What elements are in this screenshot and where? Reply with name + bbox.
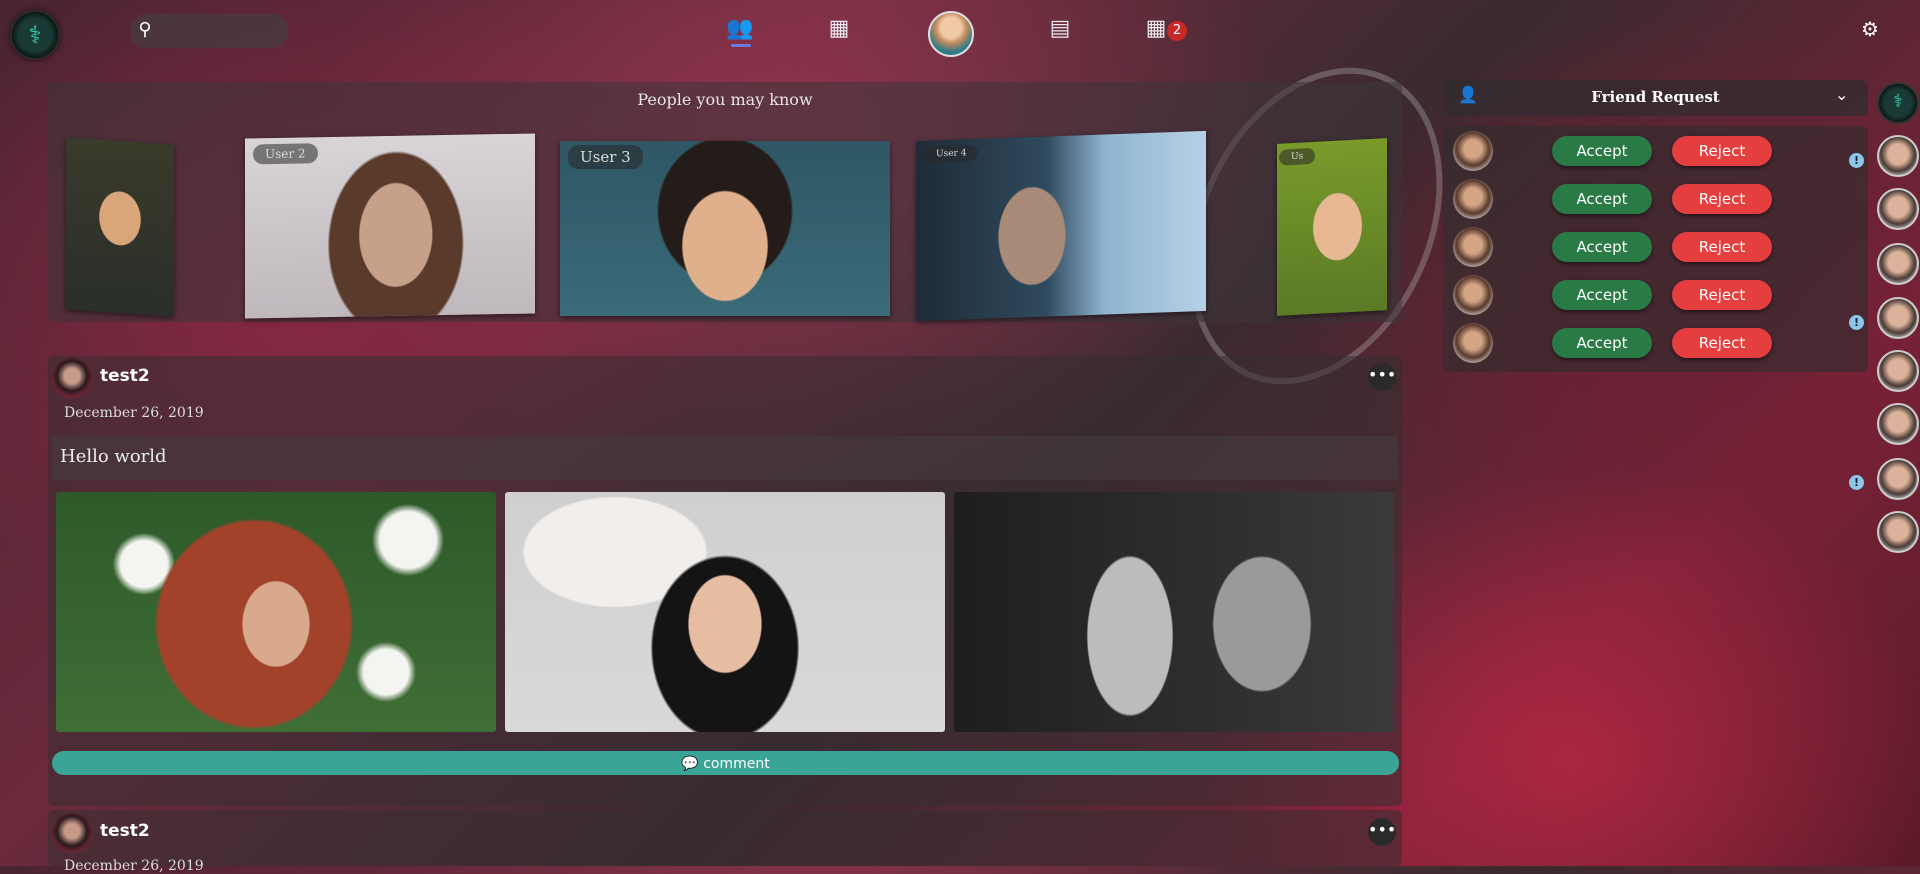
suggestion-card-label: User 4 <box>924 144 979 163</box>
suggestion-card-label: Us <box>1279 147 1316 166</box>
info-icon[interactable]: ! <box>1849 153 1864 168</box>
accept-button[interactable]: Accept <box>1552 136 1652 166</box>
search-icon[interactable]: ⚲ <box>134 17 156 43</box>
suggestion-card[interactable]: Us <box>1277 138 1387 316</box>
reject-button[interactable]: Reject <box>1672 280 1772 310</box>
post-date: December 26, 2019 <box>64 858 204 874</box>
friend-request-row: Accept Reject <box>1453 227 1863 267</box>
gear-icon[interactable]: ⚙ <box>1858 17 1882 41</box>
friend-request-row: Accept Reject <box>1453 275 1863 315</box>
chevron-down-icon[interactable]: ⌄ <box>1835 85 1848 104</box>
requester-avatar[interactable] <box>1453 323 1493 363</box>
app-logo[interactable]: ⚕ <box>10 10 60 60</box>
suggestion-card-label: User 3 <box>568 145 643 169</box>
calendar-icon[interactable]: ▦ <box>821 14 857 44</box>
profile-avatar[interactable] <box>928 11 974 57</box>
reject-button[interactable]: Reject <box>1672 232 1772 262</box>
reject-button[interactable]: Reject <box>1672 184 1772 214</box>
requester-avatar[interactable] <box>1453 131 1493 171</box>
friend-request-row: Accept Reject <box>1453 131 1863 171</box>
accept-button[interactable]: Accept <box>1552 184 1652 214</box>
requester-avatar[interactable] <box>1453 179 1493 219</box>
contact-avatar[interactable] <box>1877 403 1919 445</box>
contact-avatar[interactable] <box>1877 188 1919 230</box>
requester-avatar[interactable] <box>1453 227 1493 267</box>
contact-avatar[interactable] <box>1877 243 1919 285</box>
friends-icon[interactable]: 👥 <box>722 14 758 44</box>
people-you-may-know-title: People you may know <box>637 90 813 109</box>
friend-request-row: Accept Reject <box>1453 323 1863 363</box>
friend-request-title: Friend Request <box>1591 88 1720 106</box>
contact-avatar[interactable] <box>1877 458 1919 500</box>
accept-button[interactable]: Accept <box>1552 280 1652 310</box>
comment-label: comment <box>703 756 770 772</box>
post-author-name[interactable]: test2 <box>100 821 150 841</box>
accept-button[interactable]: Accept <box>1552 232 1652 262</box>
suggestion-card[interactable]: User 3 <box>560 141 890 316</box>
suggestion-card[interactable]: User 4 <box>916 130 1206 322</box>
contact-avatar[interactable] <box>1877 350 1919 392</box>
contact-avatar[interactable] <box>1877 511 1919 553</box>
friend-request-row: Accept Reject <box>1453 179 1863 219</box>
app-logo-small[interactable]: ⚕ <box>1877 82 1919 124</box>
post-author-avatar[interactable] <box>52 358 92 398</box>
post-card <box>48 810 1402 866</box>
post-options-button[interactable]: ••• <box>1368 363 1396 391</box>
post-author-name[interactable]: test2 <box>100 366 150 386</box>
accept-button[interactable]: Accept <box>1552 328 1652 358</box>
apps-badge: 2 <box>1167 21 1187 41</box>
comment-button[interactable]: 💬 comment <box>52 751 1399 775</box>
contact-avatar[interactable] <box>1877 297 1919 339</box>
post-photo[interactable] <box>56 492 496 732</box>
post-photo[interactable] <box>505 492 945 732</box>
nav-active-indicator <box>731 44 751 47</box>
reject-button[interactable]: Reject <box>1672 136 1772 166</box>
suggestion-card-label: User 2 <box>253 143 318 165</box>
post-text-box <box>52 436 1398 480</box>
contact-avatar[interactable] <box>1877 135 1919 177</box>
info-icon[interactable]: ! <box>1849 315 1864 330</box>
suggestion-card[interactable] <box>66 137 174 317</box>
requester-avatar[interactable] <box>1453 275 1493 315</box>
post-author-avatar[interactable] <box>52 813 92 853</box>
post-date: December 26, 2019 <box>64 405 204 421</box>
reject-button[interactable]: Reject <box>1672 328 1772 358</box>
post-options-button[interactable]: ••• <box>1368 818 1396 846</box>
post-photo[interactable] <box>954 492 1394 732</box>
comment-icon: 💬 <box>681 756 699 772</box>
suggestion-card[interactable]: User 2 <box>245 133 535 319</box>
info-icon[interactable]: ! <box>1849 475 1864 490</box>
post-text: Hello world <box>60 446 167 467</box>
newspaper-icon[interactable]: ▤ <box>1042 14 1078 44</box>
